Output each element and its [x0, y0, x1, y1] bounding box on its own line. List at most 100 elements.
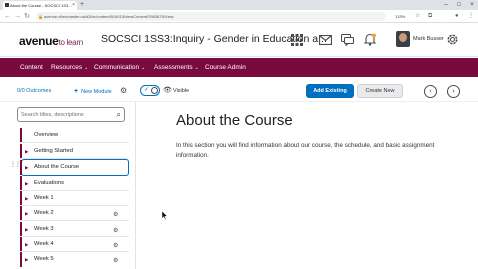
user-name[interactable]: Mark Busser: [413, 36, 444, 42]
next-topic-button[interactable]: ›: [447, 85, 460, 98]
expand-arrow-icon[interactable]: ▶: [25, 160, 28, 175]
module-bar: [20, 144, 22, 159]
extensions-icon[interactable]: ⧉: [428, 12, 432, 21]
expand-arrow-icon[interactable]: ▶: [25, 222, 28, 237]
nav-communication-label: Communication: [94, 64, 140, 71]
zoom-level[interactable]: 133%: [395, 12, 405, 21]
toc-item-week-5[interactable]: ▶ Week 5 ⚙: [17, 252, 129, 267]
nav-assessments-label: Assessments: [154, 64, 193, 71]
lock-icon: 🔒: [38, 14, 43, 19]
module-bar: [20, 222, 22, 237]
toc-item-overview[interactable]: Overview: [17, 128, 129, 143]
toc-item-label: Week 2: [34, 210, 54, 216]
message-envelope-icon[interactable]: [317, 32, 333, 48]
toc-item-week-1[interactable]: ▶ Week 1: [17, 191, 129, 206]
nav-communication[interactable]: Communication ⌄: [94, 58, 145, 77]
nav-course-admin-label: Course Admin: [205, 64, 246, 71]
course-navbar: Content Resources ⌄ Communication ⌄ Assess…: [0, 58, 478, 77]
toc-item-label: Week 4: [34, 241, 54, 247]
nav-course-admin[interactable]: Course Admin: [205, 58, 246, 77]
expand-arrow-icon[interactable]: ▶: [25, 176, 28, 191]
profile-icon[interactable]: ●: [455, 12, 459, 21]
avenue-logo[interactable]: avenueto learn: [19, 34, 83, 48]
page-body-text: In this section you will find informatio…: [176, 142, 435, 159]
chat-bubble-icon[interactable]: [339, 32, 355, 48]
maximize-button[interactable]: □: [453, 0, 465, 10]
forward-button[interactable]: →: [14, 11, 21, 22]
notification-bell-icon[interactable]: [362, 32, 378, 48]
toc-item-label: Overview: [34, 132, 59, 138]
new-tab-button[interactable]: +: [80, 0, 84, 10]
visible-label: Visible: [173, 88, 190, 94]
toc-item-getting-started[interactable]: ▶ Getting Started: [17, 144, 129, 159]
panel-divider[interactable]: [135, 101, 136, 269]
toc-item-label: Getting Started: [34, 148, 73, 154]
outcomes-link[interactable]: 0/0 Outcomes: [17, 88, 51, 94]
nav-assessments[interactable]: Assessments ⌄: [154, 58, 199, 77]
add-existing-button[interactable]: Add Existing: [306, 84, 354, 98]
toc-item-week-2[interactable]: ▶ Week 2 ⚙: [17, 206, 129, 221]
mouse-cursor-icon: [162, 211, 168, 220]
expand-arrow-icon[interactable]: ▶: [25, 191, 28, 206]
browser-menu-icon[interactable]: ⋮: [468, 12, 474, 21]
toc-item-about-the-course[interactable]: ▶ About the Course: [17, 159, 129, 176]
toolbar-divider: [0, 101, 478, 102]
expand-arrow-icon[interactable]: ▶: [25, 206, 28, 221]
tab-close-icon[interactable]: ×: [72, 1, 75, 10]
back-button[interactable]: ←: [4, 11, 11, 22]
nav-resources-label: Resources: [51, 64, 83, 71]
nav-resources[interactable]: Resources ⌄: [51, 58, 88, 77]
chevron-down-icon: ⌄: [194, 65, 199, 71]
visibility-toggle[interactable]: ✓: [140, 85, 160, 96]
settings-gear-icon[interactable]: [444, 32, 460, 48]
chevron-down-icon: ⌄: [141, 65, 146, 71]
expand-arrow-icon[interactable]: ▶: [25, 144, 28, 159]
bookmark-star-icon[interactable]: ☆: [415, 12, 420, 21]
module-bar: [20, 128, 22, 143]
drag-handle-icon[interactable]: ⋮⋮: [10, 161, 21, 169]
table-of-contents-settings-gear-icon[interactable]: ⚙: [120, 86, 127, 95]
module-bar: [20, 252, 22, 267]
browser-tab-title: About the Course - SOCSCI 1S3...: [10, 3, 72, 8]
toc-item-week-3[interactable]: ▶ Week 3 ⚙: [17, 222, 129, 237]
toc-item-label: Evaluations: [34, 180, 64, 186]
module-bar: [20, 160, 22, 175]
toc-item-label: Week 1: [34, 195, 54, 201]
search-icon[interactable]: ⌕: [117, 109, 121, 121]
logo-sub: to learn: [58, 38, 84, 47]
toc-item-label: Week 3: [34, 226, 54, 232]
favicon-icon: [5, 3, 9, 7]
new-module-button[interactable]: + New Module: [74, 88, 112, 95]
toc-item-label: Week 5: [34, 256, 54, 262]
module-bar: [20, 191, 22, 206]
checkmark-icon: ✓: [144, 87, 150, 93]
site-header: avenueto learn SOCSCI 1SS3:Inquiry - Gen…: [0, 24, 478, 57]
user-avatar[interactable]: [396, 31, 410, 47]
browser-tab[interactable]: About the Course - SOCSCI 1S3... ×: [3, 1, 77, 10]
minimize-button[interactable]: –: [440, 0, 452, 10]
module-bar: [20, 206, 22, 221]
toc-item-evaluations[interactable]: ▶ Evaluations: [17, 176, 129, 191]
toc-item-week-4[interactable]: ▶ Week 4 ⚙: [17, 237, 129, 252]
plus-icon: +: [74, 88, 79, 95]
nav-content[interactable]: Content: [20, 58, 43, 77]
course-selector-grid-icon[interactable]: [289, 32, 305, 48]
toggle-knob: [151, 87, 158, 94]
eye-icon: 👁: [163, 87, 172, 94]
search-box: ⌕: [17, 107, 125, 122]
search-input[interactable]: [21, 110, 111, 120]
reload-button[interactable]: ↻: [24, 11, 30, 22]
browser-tab-bar: About the Course - SOCSCI 1S3... × + – □…: [0, 0, 478, 10]
logo-main: avenue: [19, 34, 59, 48]
expand-arrow-icon[interactable]: ▶: [25, 237, 28, 252]
toc-item-label: About the Course: [34, 164, 80, 170]
create-new-button[interactable]: Create New: [357, 84, 403, 98]
module-bar: [20, 176, 22, 191]
page-title: About the Course: [176, 112, 293, 129]
previous-topic-button[interactable]: ‹: [424, 85, 437, 98]
url-field[interactable]: 🔒 avenue.cllmcmaster.ca/d2l/le/content/5…: [36, 12, 386, 21]
expand-arrow-icon[interactable]: ▶: [25, 252, 28, 267]
divider: [20, 142, 129, 143]
window-close-button[interactable]: ×: [466, 0, 478, 10]
new-module-label: New Module: [81, 89, 112, 95]
